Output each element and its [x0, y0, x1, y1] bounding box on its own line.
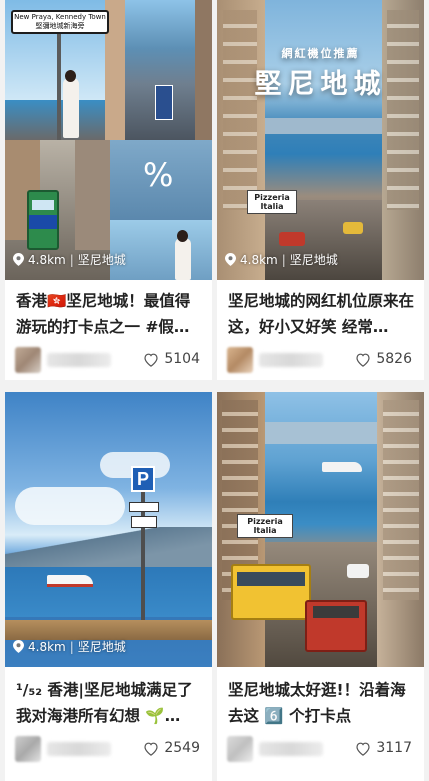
- small-sign: [131, 516, 157, 528]
- cloud: [15, 487, 125, 525]
- person-head: [177, 230, 188, 242]
- author[interactable]: [15, 735, 111, 763]
- note-card[interactable]: 網紅機位推薦 堅尼地城 Pizzeria Italia 4.8km | 坚尼地城…: [217, 0, 424, 380]
- street-sign: New Praya, Kennedy Town 堅彌地城新海旁: [11, 10, 109, 34]
- tram-window: [237, 572, 305, 586]
- windows-right: [387, 10, 419, 210]
- note-title[interactable]: ¹/₅₂ 香港|坚尼地城满足了我对海港所有幻想 🌱…: [16, 677, 204, 729]
- white-car: [347, 564, 369, 578]
- pin-icon: [13, 640, 24, 653]
- pin-icon: [13, 253, 24, 266]
- tram-window: [32, 200, 54, 210]
- note-card[interactable]: P 4.8km | 坚尼地城 ¹/₅₂ 香港|坚尼地城满足了我对海港所有幻想 🌱…: [5, 392, 212, 781]
- like-button[interactable]: 2549: [143, 740, 200, 756]
- like-button[interactable]: 5104: [143, 351, 200, 367]
- avatar[interactable]: [227, 347, 253, 373]
- heart-icon: [143, 352, 159, 367]
- author[interactable]: [227, 346, 323, 374]
- far-shore: [265, 118, 382, 134]
- mountains: [5, 527, 212, 567]
- person-head: [65, 70, 76, 82]
- like-count: 5104: [164, 351, 200, 367]
- red-car: [279, 232, 305, 246]
- like-count: 3117: [376, 740, 412, 756]
- shop-sign: Pizzeria Italia: [247, 190, 297, 214]
- author-name[interactable]: [259, 742, 323, 756]
- like-button[interactable]: 5826: [355, 351, 412, 367]
- overlay-small: 網紅機位推薦: [281, 47, 360, 60]
- ferry: [322, 462, 362, 472]
- parking-sign: P: [131, 466, 155, 492]
- heart-icon: [143, 741, 159, 756]
- cover-photo[interactable]: New Praya, Kennedy Town 堅彌地城新海旁 % 4.8km …: [5, 0, 212, 280]
- tram-ad: [29, 215, 57, 229]
- ferry-stripe: [47, 584, 93, 587]
- place-name: 坚尼地城: [77, 640, 126, 654]
- shop-sign: Pizzeria Italia: [237, 514, 293, 538]
- overlay-big: 堅尼地城: [254, 69, 387, 100]
- building: [195, 0, 212, 140]
- sign-pole: [57, 30, 61, 140]
- street-sign-line1: New Praya, Kennedy Town: [14, 13, 106, 21]
- place-name: 坚尼地城: [77, 253, 126, 267]
- percent-glyph: %: [143, 156, 174, 194]
- avatar[interactable]: [15, 736, 41, 762]
- pin-icon: [225, 253, 236, 266]
- fire-truck-window: [313, 606, 359, 618]
- cover-photo[interactable]: Pizzeria Italia: [217, 392, 424, 667]
- ground: [5, 100, 105, 140]
- cover-photo[interactable]: P 4.8km | 坚尼地城: [5, 392, 212, 667]
- feed-grid: New Praya, Kennedy Town 堅彌地城新海旁 % 4.8km …: [0, 0, 429, 781]
- person: [63, 78, 79, 138]
- sea: [5, 567, 212, 617]
- author[interactable]: [227, 735, 323, 763]
- location-tag: 4.8km | 坚尼地城: [13, 251, 126, 268]
- heart-icon: [355, 741, 371, 756]
- author-name[interactable]: [47, 353, 111, 367]
- street-sign-line2: 堅彌地城新海旁: [35, 22, 85, 30]
- separator: |: [69, 639, 74, 654]
- like-count: 2549: [164, 740, 200, 756]
- place-name: 坚尼地城: [289, 253, 338, 267]
- promenade-rail: [5, 620, 212, 640]
- author[interactable]: [15, 346, 111, 374]
- note-card[interactable]: Pizzeria Italia 坚尼地城太好逛!！沿着海去这 6️⃣ 个打卡点 …: [217, 392, 424, 781]
- far-shore: [265, 422, 377, 444]
- separator: |: [69, 252, 74, 267]
- building: [75, 140, 110, 250]
- distance: 4.8km: [28, 639, 66, 654]
- avatar[interactable]: [227, 736, 253, 762]
- windows-right: [383, 400, 419, 600]
- avatar[interactable]: [15, 347, 41, 373]
- sea-strip: [110, 220, 212, 280]
- note-title[interactable]: 香港🇭🇰坚尼地城！最值得游玩的打卡点之一 #假…: [16, 288, 204, 340]
- separator: |: [281, 252, 286, 267]
- cover-photo[interactable]: 網紅機位推薦 堅尼地城 Pizzeria Italia 4.8km | 坚尼地城: [217, 0, 424, 280]
- yellow-car: [343, 222, 363, 234]
- like-count: 5826: [376, 351, 412, 367]
- note-title[interactable]: 坚尼地城太好逛!！沿着海去这 6️⃣ 个打卡点: [228, 677, 416, 729]
- bus: [155, 85, 173, 120]
- heart-icon: [355, 352, 371, 367]
- note-card[interactable]: New Praya, Kennedy Town 堅彌地城新海旁 % 4.8km …: [5, 0, 212, 380]
- like-button[interactable]: 3117: [355, 740, 412, 756]
- distance: 4.8km: [240, 252, 278, 267]
- distance: 4.8km: [28, 252, 66, 267]
- author-name[interactable]: [47, 742, 111, 756]
- windows-left: [223, 10, 257, 210]
- small-sign: [129, 502, 159, 512]
- person: [175, 238, 191, 280]
- author-name[interactable]: [259, 353, 323, 367]
- note-title[interactable]: 坚尼地城的网红机位原来在这，好小又好笑 经常…: [228, 288, 416, 340]
- location-tag: 4.8km | 坚尼地城: [225, 251, 338, 268]
- location-tag: 4.8km | 坚尼地城: [13, 638, 126, 655]
